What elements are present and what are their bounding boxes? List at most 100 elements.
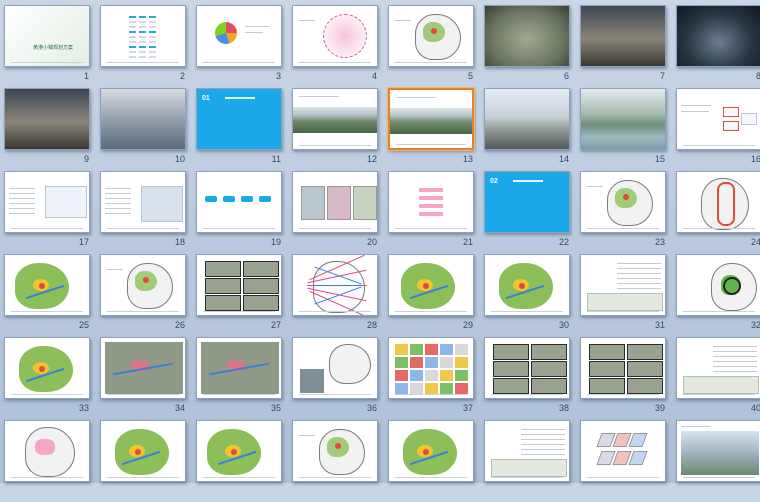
slide-thumbnail[interactable] (4, 254, 90, 316)
slide-cell[interactable]: 16 (676, 88, 760, 170)
slide-thumbnail[interactable] (676, 337, 760, 399)
slide-cell[interactable]: 10 (100, 88, 186, 170)
slide-footer-line (395, 311, 467, 312)
slide-cell[interactable] (388, 420, 474, 502)
slide-thumbnail[interactable] (4, 88, 90, 150)
slide-thumbnail[interactable] (676, 5, 760, 67)
slide-cell[interactable]: 15 (580, 88, 666, 170)
slide-cell[interactable]: 14 (484, 88, 570, 170)
slide-thumbnail[interactable] (196, 420, 282, 482)
slide-thumbnail[interactable] (676, 88, 760, 150)
slide-cell[interactable] (484, 420, 570, 502)
slide-thumbnail[interactable] (196, 337, 282, 399)
slide-cell[interactable]: 28 (292, 254, 378, 336)
slide-thumbnail[interactable] (100, 254, 186, 316)
slide-thumbnail[interactable] (196, 5, 282, 67)
slide-thumbnail[interactable] (676, 171, 760, 233)
slide-cell[interactable]: 40 (676, 337, 760, 419)
slide-cell[interactable]: 01 11 (196, 88, 282, 170)
slide-thumbnail[interactable] (484, 254, 570, 316)
slide-cell[interactable]: 黄港小镇规划方案 1 (4, 5, 90, 87)
slide-thumbnail[interactable] (388, 254, 474, 316)
slide-cell[interactable]: 25 (4, 254, 90, 336)
slide-cell[interactable] (676, 420, 760, 502)
slide-thumbnail[interactable] (292, 5, 378, 67)
slide-thumbnail[interactable] (4, 337, 90, 399)
slide-thumbnail[interactable] (4, 171, 90, 233)
slide-thumbnail[interactable]: 01 (196, 88, 282, 150)
slide-thumbnail[interactable] (196, 254, 282, 316)
slide-cell[interactable]: 17 (4, 171, 90, 253)
slide-thumbnail[interactable] (292, 88, 378, 150)
slide-cell[interactable]: 39 (580, 337, 666, 419)
slide-thumbnail[interactable] (484, 420, 570, 482)
slide-thumbnail[interactable]: 02 (484, 171, 570, 233)
slide-cell[interactable]: 12 (292, 88, 378, 170)
slide-cell[interactable]: 02 22 (484, 171, 570, 253)
slide-cell[interactable]: 32 (676, 254, 760, 336)
slide-thumbnail[interactable] (580, 337, 666, 399)
slide-thumbnail[interactable] (580, 5, 666, 67)
slide-thumbnail[interactable] (292, 254, 378, 316)
slide-thumbnail[interactable] (100, 337, 186, 399)
slide-thumbnail[interactable] (484, 5, 570, 67)
slide-thumbnail[interactable] (484, 88, 570, 150)
slide-cell[interactable]: 35 (196, 337, 282, 419)
slide-cell[interactable]: 23 (580, 171, 666, 253)
slide-cell[interactable]: 33 (4, 337, 90, 419)
slide-cell[interactable]: 29 (388, 254, 474, 336)
slide-thumbnail[interactable] (580, 254, 666, 316)
slide-thumbnail[interactable] (580, 88, 666, 150)
text-line (521, 439, 565, 440)
slide-cell[interactable]: 8 (676, 5, 760, 87)
slide-thumbnail[interactable] (388, 88, 474, 150)
slide-thumbnail[interactable] (100, 5, 186, 67)
slide-footer-line (299, 62, 371, 63)
slide-thumbnail[interactable] (388, 337, 474, 399)
slide-cell[interactable] (100, 420, 186, 502)
slide-cell[interactable]: 3 (196, 5, 282, 87)
slide-cell[interactable]: 6 (484, 5, 570, 87)
slide-cell[interactable]: 27 (196, 254, 282, 336)
slide-cell[interactable]: 7 (580, 5, 666, 87)
slide-cell[interactable]: 31 (580, 254, 666, 336)
slide-thumbnail[interactable] (676, 420, 760, 482)
slide-thumbnail[interactable] (580, 420, 666, 482)
slide-cell[interactable]: 21 (388, 171, 474, 253)
slide-cell[interactable]: 4 (292, 5, 378, 87)
slide-cell[interactable]: 20 (292, 171, 378, 253)
slide-thumbnail[interactable] (4, 420, 90, 482)
slide-thumbnail[interactable] (100, 171, 186, 233)
slide-cell[interactable]: 30 (484, 254, 570, 336)
slide-cell[interactable]: 24 (676, 171, 760, 253)
slide-cell[interactable] (292, 420, 378, 502)
slide-cell[interactable] (4, 420, 90, 502)
slide-thumbnail[interactable] (484, 337, 570, 399)
slide-cell[interactable]: 19 (196, 171, 282, 253)
slide-thumbnail[interactable] (388, 420, 474, 482)
slide-thumbnail[interactable]: 黄港小镇规划方案 (4, 5, 90, 67)
slide-thumbnail[interactable] (100, 420, 186, 482)
slide-cell[interactable]: 37 (388, 337, 474, 419)
slide-cell[interactable]: 2 (100, 5, 186, 87)
slide-thumbnail[interactable] (676, 254, 760, 316)
slide-thumbnail[interactable] (580, 171, 666, 233)
slide-cell[interactable]: 18 (100, 171, 186, 253)
slide-cell[interactable]: 13 (388, 88, 474, 170)
slide-cell[interactable]: 9 (4, 88, 90, 170)
slide-thumbnail[interactable] (196, 171, 282, 233)
slide-cell[interactable]: 5 (388, 5, 474, 87)
slide-thumbnail[interactable] (292, 171, 378, 233)
slide-cell[interactable] (580, 420, 666, 502)
slide-thumbnail[interactable] (100, 88, 186, 150)
slide-thumbnail[interactable] (388, 5, 474, 67)
slide-cell[interactable]: 36 (292, 337, 378, 419)
slide-thumbnail[interactable] (292, 337, 378, 399)
slide-cell[interactable]: 38 (484, 337, 570, 419)
slide-cell[interactable]: 34 (100, 337, 186, 419)
section-number: 01 (202, 95, 210, 102)
slide-cell[interactable]: 26 (100, 254, 186, 336)
slide-thumbnail[interactable] (292, 420, 378, 482)
slide-thumbnail[interactable] (388, 171, 474, 233)
slide-cell[interactable] (196, 420, 282, 502)
